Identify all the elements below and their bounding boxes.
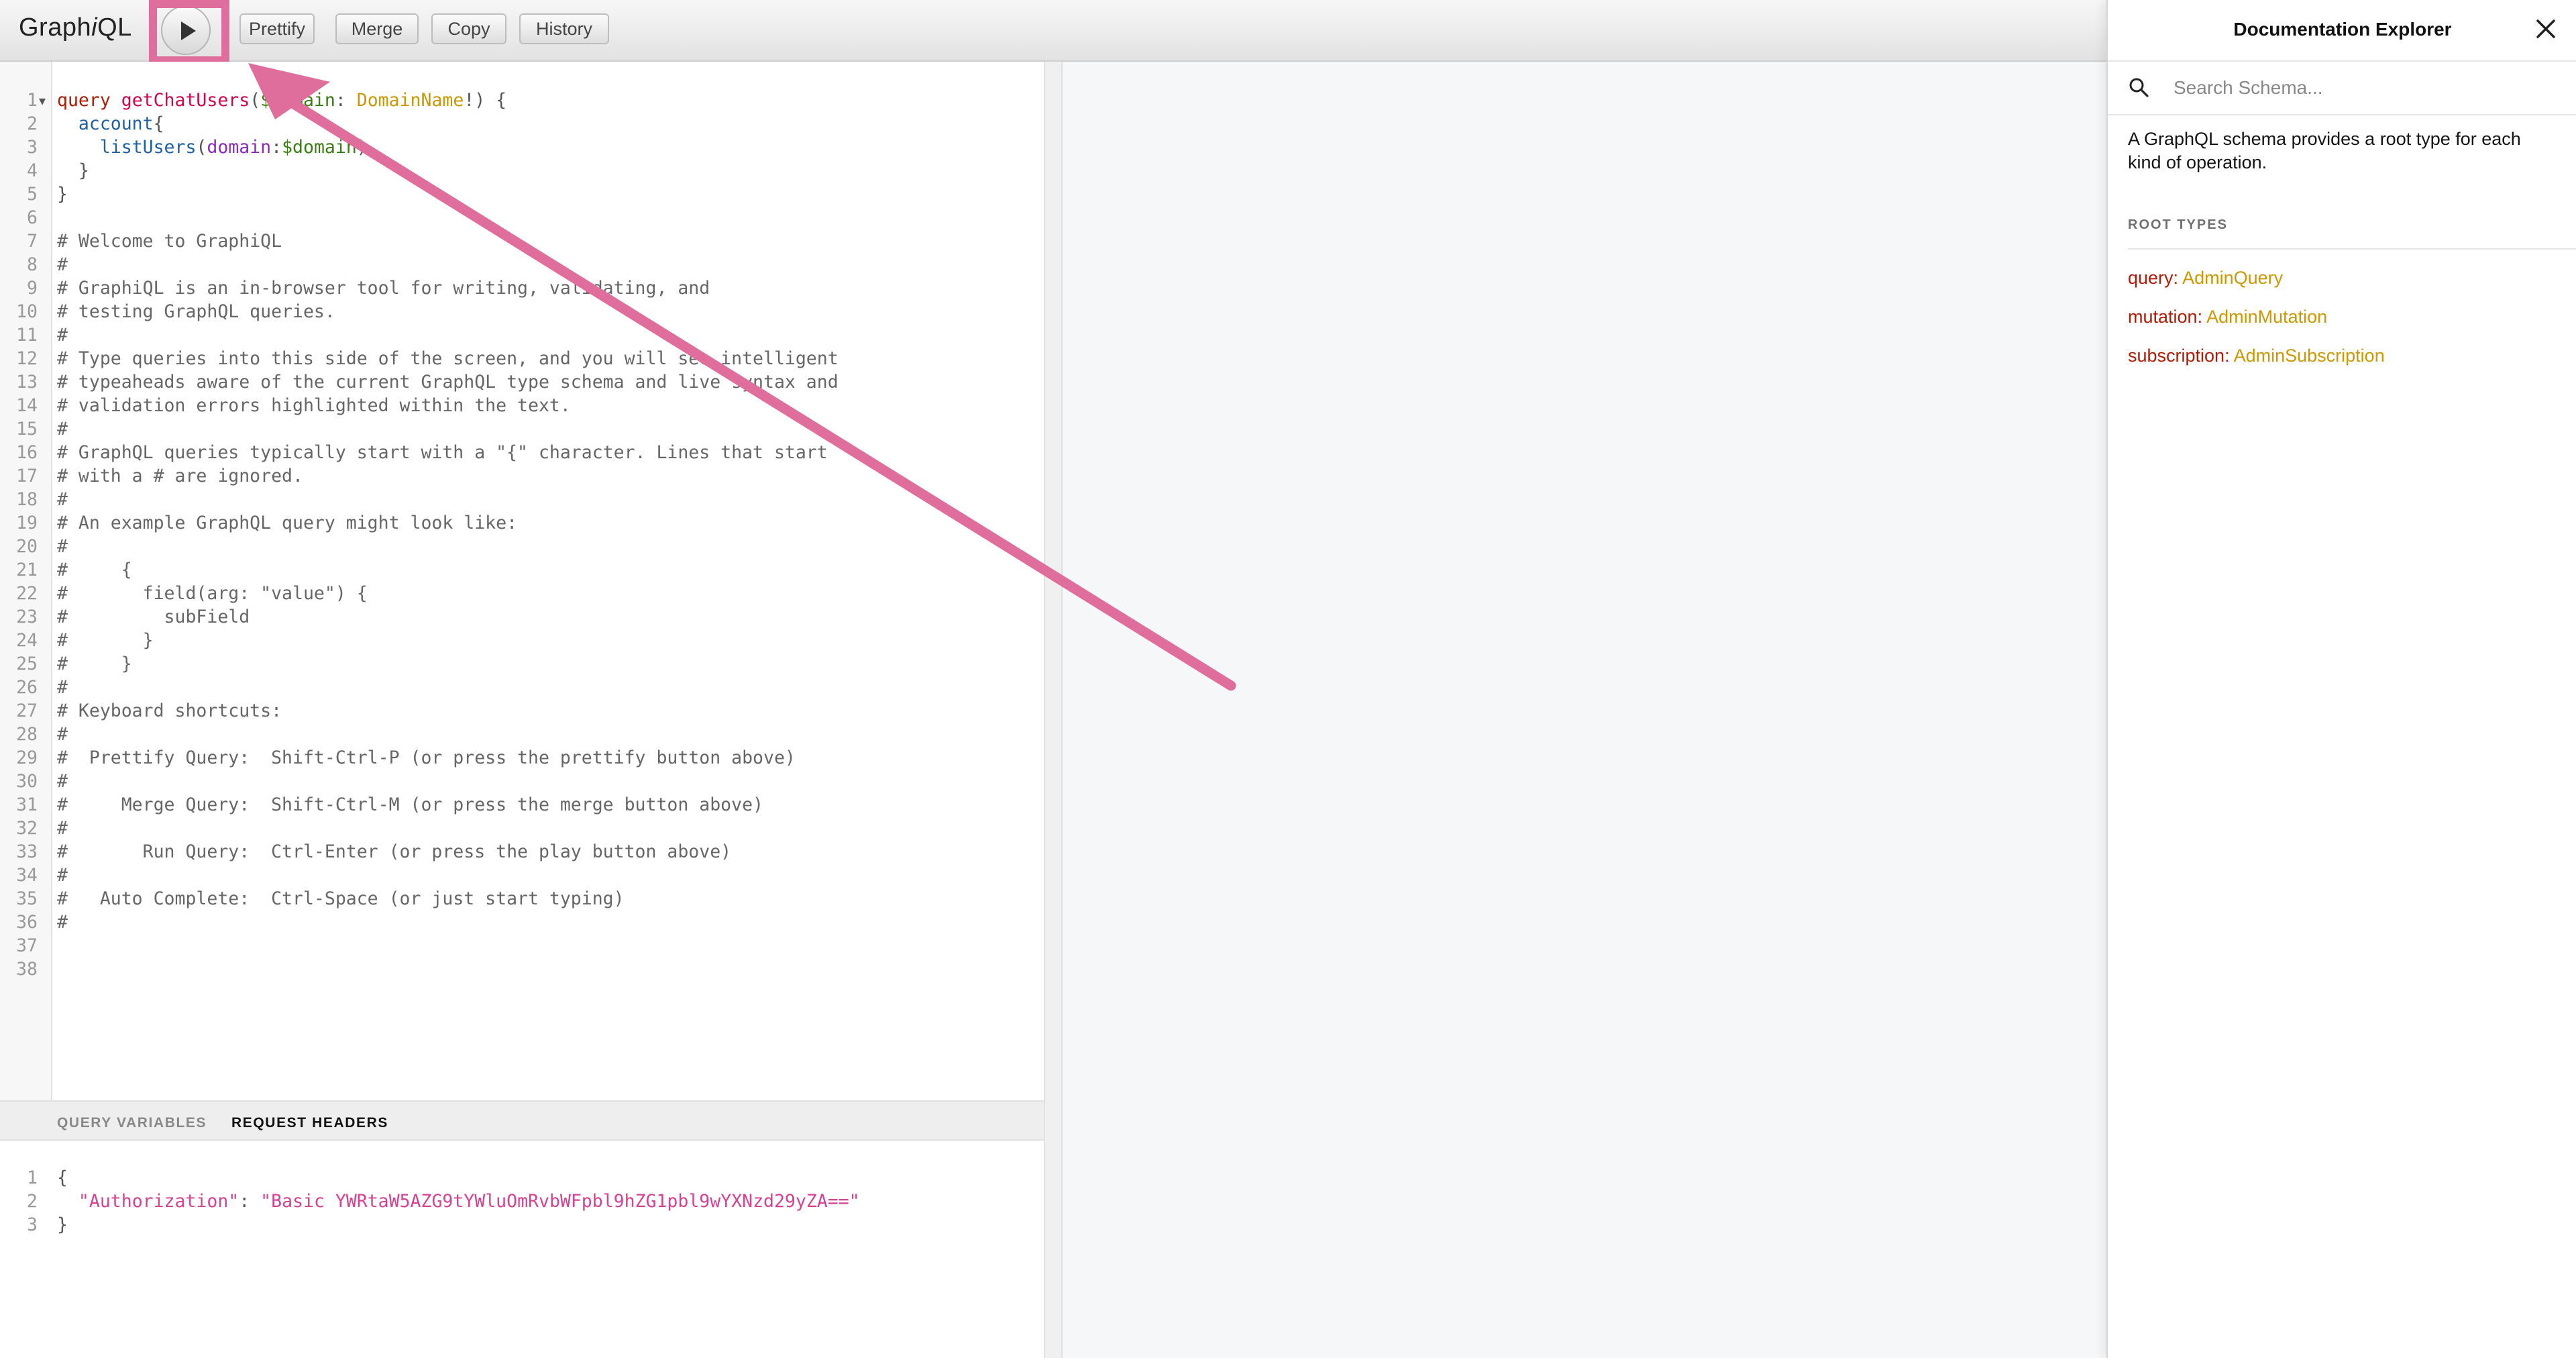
annotation-arrow [248, 63, 1236, 691]
root-type-link[interactable]: AdminQuery [2182, 268, 2283, 288]
search-icon [2129, 78, 2149, 97]
documentation-explorer: Documentation Explorer A GraphQL schema … [2106, 0, 2576, 1358]
schema-description: A GraphQL schema provides a root type fo… [2128, 129, 2521, 172]
root-type-link[interactable]: AdminMutation [2206, 307, 2327, 327]
root-type-subscription: subscription: AdminSubscription [2128, 346, 2385, 366]
search-divider [2108, 114, 2576, 115]
search-schema-input[interactable] [2172, 72, 2564, 103]
root-type-query: query: AdminQuery [2128, 268, 2284, 288]
close-icon[interactable] [2534, 17, 2557, 40]
doc-explorer-title: Documentation Explorer [2233, 19, 2452, 40]
root-types-heading: ROOT TYPES [2128, 217, 2228, 232]
root-type-mutation: mutation: AdminMutation [2128, 307, 2328, 327]
doc-header-divider [2108, 60, 2576, 62]
root-types-divider [2128, 248, 2576, 250]
root-type-link[interactable]: AdminSubscription [2234, 346, 2385, 366]
